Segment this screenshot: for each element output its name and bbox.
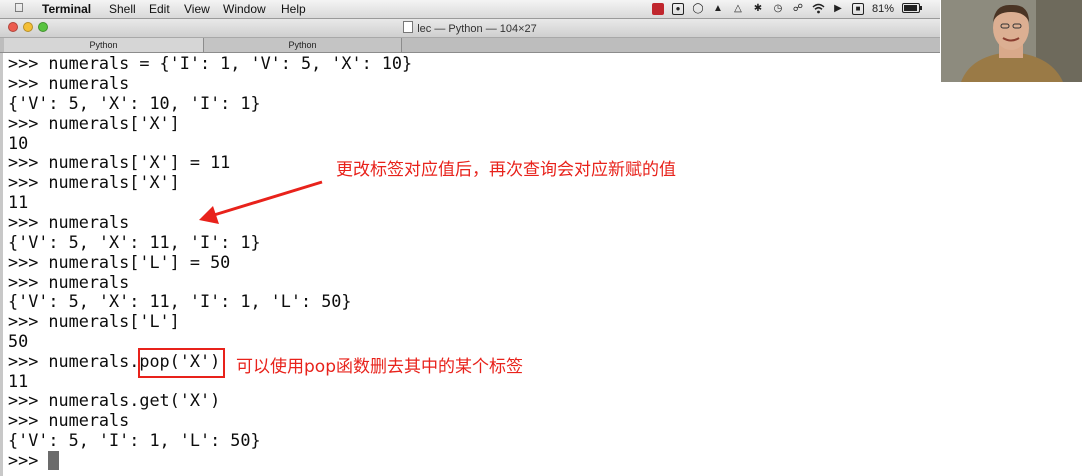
webcam-video [941, 0, 1082, 82]
annotation-arrow [199, 180, 323, 224]
pop-highlight-box [138, 348, 225, 378]
presenter-figure [941, 0, 1082, 82]
annotation-note-pop: 可以使用pop函数删去其中的某个标签 [236, 357, 523, 377]
